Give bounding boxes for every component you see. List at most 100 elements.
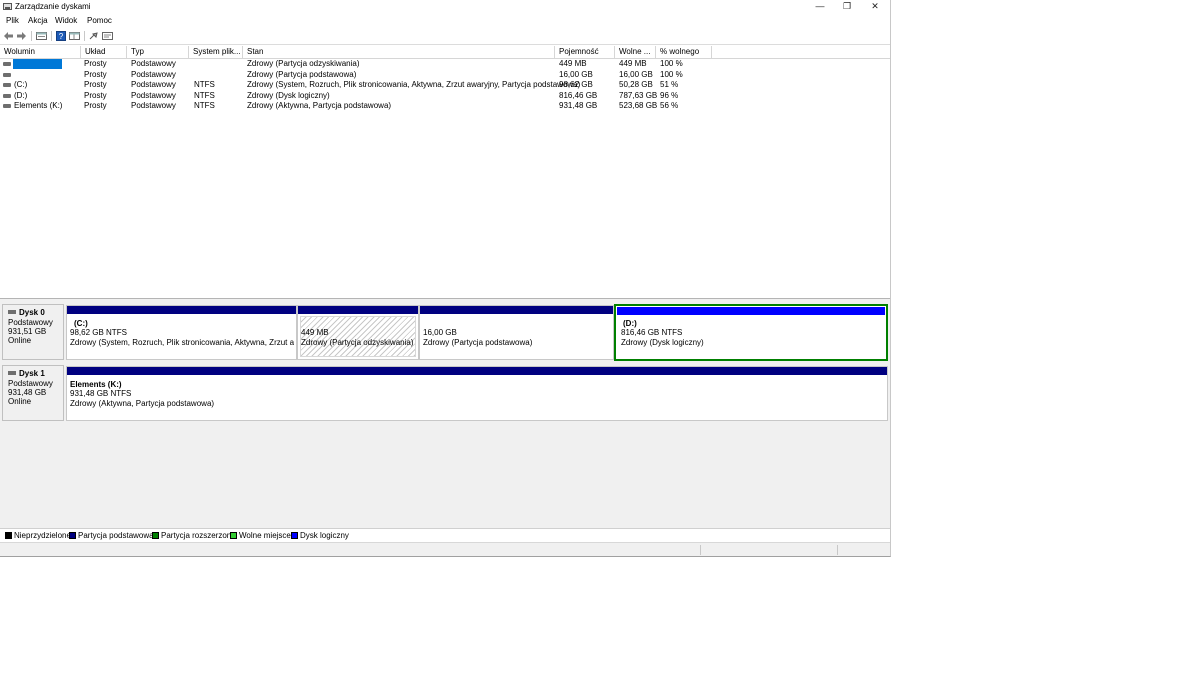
column-header-system-plikow[interactable]: System plik... [189, 46, 243, 58]
column-header-pojemnosc[interactable]: Pojemność [555, 46, 615, 58]
disk-drive-icon [8, 310, 16, 314]
selected-volume-name[interactable] [13, 59, 62, 69]
row-pct-free: 96 % [660, 91, 679, 100]
partition-size: 931,48 GB NTFS [70, 389, 132, 398]
table-row[interactable]: (D:) Prosty Podstawowy NTFS Zdrowy (Dysk… [0, 91, 890, 101]
settings-icon[interactable] [102, 31, 113, 41]
legend-swatch-unallocated [5, 532, 12, 539]
row-free: 787,63 GB [619, 91, 658, 100]
legend: Nieprzydzielone Partycja podstawowa Part… [0, 528, 890, 542]
legend-swatch-primary [69, 532, 76, 539]
disk-graphical-view: Dysk 0 Podstawowy 931,51 GB Online (C:) … [0, 299, 890, 528]
row-name: (C:) [14, 80, 28, 89]
row-type: Podstawowy [131, 59, 176, 68]
table-row[interactable]: Elements (K:) Prosty Podstawowy NTFS Zdr… [0, 101, 890, 111]
partition-c[interactable]: (C:) 98,62 GB NTFS Zdrowy (System, Rozru… [66, 305, 297, 360]
row-status: Zdrowy (Partycja odzyskiwania) [247, 59, 360, 68]
disk-state: Online [8, 397, 32, 406]
partition-bar [67, 306, 296, 314]
row-status: Zdrowy (Aktywna, Partycja podstawowa) [247, 101, 392, 110]
row-name: (D:) [14, 91, 28, 100]
row-layout: Prosty [84, 91, 107, 100]
row-capacity: 816,46 GB [559, 91, 598, 100]
partition-status: Zdrowy (Aktywna, Partycja podstawowa) [70, 399, 215, 408]
disk-size: 931,48 GB [8, 388, 47, 397]
row-layout: Prosty [84, 70, 107, 79]
partition-d[interactable]: (D:) 816,46 GB NTFS Zdrowy (Dysk logiczn… [614, 304, 888, 361]
help-icon[interactable]: ? [56, 31, 67, 41]
table-row[interactable]: Prosty Podstawowy Zdrowy (Partycja podst… [0, 70, 890, 80]
status-bar [0, 542, 890, 556]
partition-recovery[interactable]: 449 MB Zdrowy (Partycja odzyskiwania) [297, 305, 419, 360]
partition-bar [420, 306, 613, 314]
restore-button[interactable]: ❐ [833, 0, 861, 13]
row-pct-free: 100 % [660, 70, 683, 79]
table-row[interactable]: (C:) Prosty Podstawowy NTFS Zdrowy (Syst… [0, 80, 890, 90]
minimize-button[interactable]: — [806, 0, 834, 13]
partition-size: 449 MB [301, 328, 329, 337]
toolbar-separator [31, 31, 32, 41]
row-status: Zdrowy (System, Rozruch, Plik stronicowa… [247, 80, 581, 89]
legend-swatch-logical-drive [291, 532, 298, 539]
legend-label: Nieprzydzielone [14, 531, 71, 540]
volume-disk-icon [3, 83, 11, 87]
row-free: 50,28 GB [619, 80, 653, 89]
row-pct-free: 51 % [660, 80, 679, 89]
disk-1-label[interactable]: Dysk 1 Podstawowy 931,48 GB Online [2, 365, 64, 421]
partition-title: (D:) [623, 319, 637, 328]
toolbar-separator [84, 31, 85, 41]
legend-label: Dysk logiczny [300, 531, 349, 540]
close-button[interactable]: ✕ [861, 0, 889, 13]
legend-swatch-extended [152, 532, 159, 539]
forward-arrow-icon[interactable] [16, 31, 27, 41]
partition-size: 16,00 GB [423, 328, 457, 337]
properties-icon[interactable] [69, 31, 80, 41]
partition-primary-16gb[interactable]: 16,00 GB Zdrowy (Partycja podstawowa) [419, 305, 614, 360]
menu-widok[interactable]: Widok [55, 16, 77, 25]
column-header-stan[interactable]: Stan [243, 46, 555, 58]
volume-disk-icon [3, 62, 11, 66]
row-capacity: 16,00 GB [559, 70, 593, 79]
disk-type: Podstawowy [8, 318, 53, 327]
partition-bar [298, 306, 418, 314]
partition-title: Elements (K:) [70, 380, 122, 389]
disk-management-app-icon [3, 3, 12, 10]
partition-status: Zdrowy (Partycja odzyskiwania) [301, 338, 414, 347]
partition-size: 816,46 GB NTFS [621, 328, 683, 337]
status-divider [837, 545, 838, 555]
volume-list-icon[interactable] [36, 31, 47, 41]
disk-name: Dysk 0 [19, 308, 45, 317]
connect-icon[interactable] [89, 31, 100, 41]
partition-k-elements[interactable]: Elements (K:) 931,48 GB NTFS Zdrowy (Akt… [66, 366, 888, 421]
toolbar-separator [51, 31, 52, 41]
status-divider [700, 545, 701, 555]
disk-0-label[interactable]: Dysk 0 Podstawowy 931,51 GB Online [2, 304, 64, 360]
column-header-typ[interactable]: Typ [127, 46, 189, 58]
menu-plik[interactable]: Plik [6, 16, 19, 25]
column-header-wolumin[interactable]: Wolumin [0, 46, 81, 58]
partition-size: 98,62 GB NTFS [70, 328, 127, 337]
disk-type: Podstawowy [8, 379, 53, 388]
menu-pomoc[interactable]: Pomoc [87, 16, 112, 25]
row-status: Zdrowy (Dysk logiczny) [247, 91, 330, 100]
row-type: Podstawowy [131, 70, 176, 79]
back-arrow-icon[interactable] [3, 31, 14, 41]
row-type: Podstawowy [131, 80, 176, 89]
row-fs: NTFS [194, 91, 215, 100]
column-header-procent-wolnego[interactable]: % wolnego [656, 46, 712, 58]
column-header-uklad[interactable]: Układ [81, 46, 127, 58]
row-free: 16,00 GB [619, 70, 653, 79]
partition-title: (C:) [74, 319, 88, 328]
row-layout: Prosty [84, 101, 107, 110]
menu-akcja[interactable]: Akcja [28, 16, 48, 25]
volume-disk-icon [3, 104, 11, 108]
row-type: Podstawowy [131, 91, 176, 100]
column-header-wolne[interactable]: Wolne ... [615, 46, 656, 58]
row-pct-free: 100 % [660, 59, 683, 68]
row-layout: Prosty [84, 59, 107, 68]
disk-drive-icon [8, 371, 16, 375]
row-fs: NTFS [194, 101, 215, 110]
table-row[interactable]: Prosty Podstawowy Zdrowy (Partycja odzys… [0, 59, 890, 69]
partition-bar [67, 367, 887, 375]
legend-label: Partycja podstawowa [78, 531, 154, 540]
